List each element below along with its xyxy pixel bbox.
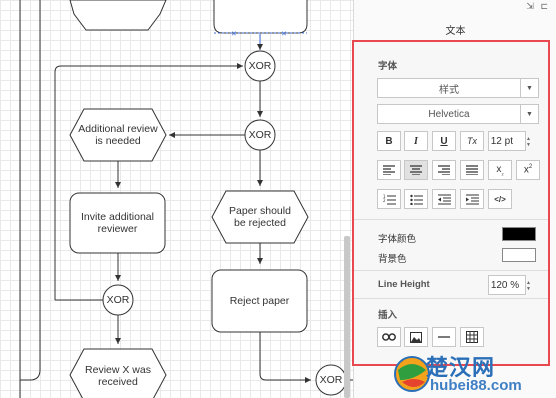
divider	[354, 270, 548, 271]
xor-mid-label: XOR	[248, 129, 272, 141]
link-icon	[382, 333, 396, 341]
process-top-partial	[213, 0, 308, 34]
numbered-list-icon: 12	[383, 194, 396, 204]
background-color-label: 背景色	[378, 254, 407, 265]
subscript-icon: x₂	[496, 163, 504, 177]
bullet-list-button[interactable]	[404, 189, 428, 209]
lane-border-inner	[20, 0, 41, 381]
font-family-value: Helvetica	[428, 108, 470, 120]
svg-text:2: 2	[383, 198, 386, 203]
clear-format-icon: Tx	[467, 136, 477, 146]
line-height-input[interactable]: 120 % ▲ ▼	[488, 275, 531, 295]
italic-button[interactable]: I	[404, 131, 428, 151]
insert-hr-button[interactable]	[432, 327, 456, 347]
additional-review-label: Additional review is needed	[78, 123, 158, 147]
invite-reviewer-label: Invite additional reviewer	[81, 211, 154, 235]
font-color-label: 字体颜色	[378, 234, 417, 245]
edge-reject-xor	[259, 332, 311, 383]
stepper-arrows-icon[interactable]: ▲ ▼	[526, 276, 534, 296]
align-center-icon	[410, 165, 422, 175]
font-size-value: 12 pt	[490, 135, 513, 147]
html-button[interactable]: </>	[488, 189, 512, 209]
watermark-url: hubei88.com	[430, 377, 522, 394]
watermark-logo: 楚汉网 hubei88.com	[392, 350, 556, 398]
line-height-value: 120 %	[490, 279, 520, 291]
bold-button[interactable]: B	[377, 131, 401, 151]
tab-text[interactable]: 文本	[354, 22, 556, 37]
text-format-section: 字体 样式 ▼ Helvetica ▼ B I U Tx 12 pt ▲ ▼ x₂…	[352, 40, 550, 366]
insert-link-button[interactable]	[377, 327, 401, 347]
review-received-label: Review X was received	[85, 364, 151, 388]
chevron-down-icon: ▼	[520, 79, 538, 97]
insert-image-button[interactable]	[404, 327, 428, 347]
align-left-icon	[383, 165, 395, 175]
divider	[354, 298, 548, 299]
font-section-title: 字体	[378, 61, 398, 72]
style-dropdown-value: 样式	[439, 84, 459, 96]
xor-bottom-label: XOR	[319, 374, 343, 386]
align-center-button[interactable]	[404, 160, 428, 180]
table-icon	[466, 331, 478, 343]
xor-top-label: XOR	[248, 60, 272, 72]
xor-left-label: XOR	[106, 294, 130, 306]
clear-format-button[interactable]: Tx	[460, 131, 484, 151]
align-right-icon	[438, 165, 450, 175]
align-right-button[interactable]	[432, 160, 456, 180]
outdent-button[interactable]	[432, 189, 456, 209]
align-left-button[interactable]	[377, 160, 401, 180]
diagram-canvas[interactable]: ✕ ✕ XOR XOR XOR XOR Additional review is…	[0, 0, 353, 398]
panel-scrollbar[interactable]	[544, 46, 550, 366]
stepper-arrows-icon[interactable]: ▲ ▼	[526, 132, 534, 152]
horizontal-rule-icon	[438, 336, 450, 338]
hexagon-top-partial	[69, 0, 167, 31]
indent-button[interactable]	[460, 189, 484, 209]
bullet-list-icon	[409, 194, 423, 205]
numbered-list-button[interactable]: 12	[377, 189, 401, 209]
edge-loop-back	[54, 63, 243, 300]
insert-section-title: 插入	[378, 310, 398, 321]
background-color-swatch[interactable]	[502, 248, 536, 262]
indent-icon	[465, 194, 479, 204]
image-icon	[410, 331, 422, 343]
justify-icon	[466, 165, 478, 175]
reject-paper-label: Reject paper	[229, 295, 290, 307]
underline-button[interactable]: U	[432, 131, 456, 151]
svg-text:✕: ✕	[281, 30, 287, 38]
insert-table-button[interactable]	[460, 327, 484, 347]
font-color-swatch[interactable]	[502, 227, 536, 241]
superscript-icon: x2	[523, 164, 533, 176]
superscript-button[interactable]: x2	[516, 160, 540, 180]
chevron-down-icon: ▼	[520, 105, 538, 123]
window-controls-icon[interactable]: ⇲ ⊏	[526, 1, 550, 12]
subscript-button[interactable]: x₂	[488, 160, 512, 180]
divider	[354, 219, 548, 220]
line-height-label: Line Height	[378, 279, 430, 290]
justify-button[interactable]	[460, 160, 484, 180]
style-dropdown[interactable]: 样式 ▼	[377, 78, 539, 98]
svg-text:✕: ✕	[231, 30, 237, 38]
outdent-icon	[437, 194, 451, 204]
font-family-dropdown[interactable]: Helvetica ▼	[377, 104, 539, 124]
paper-rejected-label: Paper should be rejected	[229, 205, 291, 229]
font-size-input[interactable]: 12 pt ▲ ▼	[488, 131, 531, 151]
